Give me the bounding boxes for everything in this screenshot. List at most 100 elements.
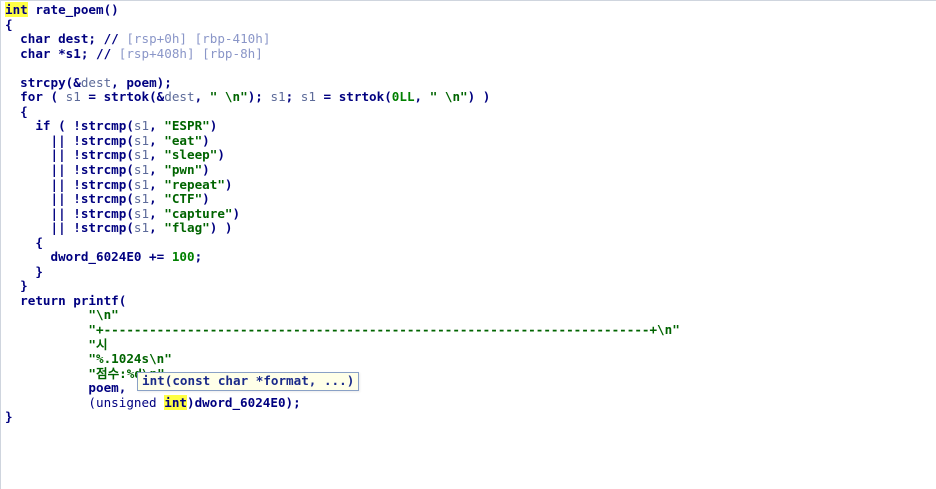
code-token: "ESPR" <box>164 118 210 134</box>
code-token: s1 <box>133 220 150 236</box>
code-token: poem, <box>5 380 127 396</box>
code-token: || !strcmp( <box>5 191 134 207</box>
code-line[interactable]: "\n" <box>5 308 680 323</box>
code-token: , <box>149 191 165 207</box>
code-token: ) <box>202 191 210 207</box>
code-line[interactable]: "시 <box>5 336 680 353</box>
code-line[interactable]: || !strcmp(s1, "sleep") <box>5 148 680 163</box>
code-line[interactable]: } <box>5 410 680 425</box>
code-line[interactable]: || !strcmp(s1, "flag") ) <box>5 220 680 236</box>
code-token: || !strcmp( <box>5 176 134 192</box>
code-token: "시 <box>88 336 108 352</box>
code-token: , <box>149 147 165 163</box>
code-token: } <box>5 409 13 425</box>
code-token: || !strcmp( <box>5 147 134 163</box>
code-line[interactable]: { <box>5 16 680 33</box>
code-token: ) <box>232 205 241 221</box>
code-token: = strtok( <box>315 89 392 105</box>
code-token: 0LL <box>391 89 415 105</box>
code-line[interactable]: || !strcmp(s1, "eat") <box>5 132 680 149</box>
code-line[interactable]: int rate_poem() <box>5 2 680 18</box>
code-line[interactable]: || !strcmp(s1, "repeat") <box>5 176 680 193</box>
code-token: [rsp+408h] [rbp-8h] <box>118 45 263 61</box>
code-token: [rsp+0h] [rbp-410h] <box>126 31 271 47</box>
code-token: { <box>5 103 28 119</box>
code-line[interactable]: } <box>5 279 680 294</box>
code-token: ) <box>217 147 225 163</box>
pseudocode-text[interactable]: int rate_poem(){ char dest; // [rsp+0h] … <box>5 2 680 425</box>
code-token: dest <box>58 31 89 47</box>
code-token: "+--------------------------------------… <box>88 322 680 338</box>
code-line[interactable]: return printf( <box>5 292 680 309</box>
code-token: || !strcmp( <box>5 205 134 221</box>
code-token: ) <box>202 132 210 148</box>
code-token: "flag" <box>164 220 210 236</box>
code-line[interactable]: char *s1; // [rsp+408h] [rbp-8h] <box>5 45 680 62</box>
code-line[interactable]: (unsigned int)dword_6024E0); <box>5 394 680 411</box>
code-token: " \n" <box>429 89 468 105</box>
code-token: s1 <box>133 132 150 148</box>
code-token: s1 <box>133 162 150 178</box>
code-token: = strtok(& <box>80 89 165 105</box>
code-token: dest <box>80 74 112 90</box>
code-line[interactable]: || !strcmp(s1, "pwn") <box>5 162 680 178</box>
code-token: , <box>149 220 165 236</box>
code-line[interactable]: || !strcmp(s1, "CTF") <box>5 191 680 207</box>
code-token: , <box>149 162 165 178</box>
code-line[interactable]: || !strcmp(s1, "capture") <box>5 205 680 222</box>
code-token: ); <box>247 89 271 105</box>
code-token: 100 <box>171 249 195 265</box>
code-token: dest <box>164 89 195 105</box>
code-token: "CTF" <box>164 191 203 207</box>
code-token: || !strcmp( <box>5 220 134 236</box>
code-token: ) <box>224 176 233 192</box>
code-token: s1 <box>65 89 81 105</box>
code-line[interactable]: char dest; // [rsp+0h] [rbp-410h] <box>5 31 680 47</box>
code-token: s1 <box>133 205 150 221</box>
code-token: int <box>5 2 28 17</box>
code-line[interactable]: strcpy(&dest, poem); <box>5 74 680 91</box>
code-token: s1 <box>133 191 150 207</box>
code-token: s1 <box>300 89 316 105</box>
function-signature-tooltip: int(const char *format, ...) <box>137 372 360 391</box>
code-line[interactable] <box>5 61 680 76</box>
code-token: rate_poem() <box>27 2 119 17</box>
code-token: "sleep" <box>164 147 218 163</box>
code-token: dword_6024E0 += <box>5 249 172 265</box>
code-token: char <box>5 31 59 47</box>
code-token: , poem); <box>111 74 172 90</box>
code-line[interactable]: } <box>5 264 680 280</box>
code-token: , <box>149 132 165 148</box>
code-token: "\n" <box>88 307 119 323</box>
code-line[interactable]: { <box>5 103 680 120</box>
code-token: ; <box>194 249 203 265</box>
code-token: strcpy(& <box>5 74 81 90</box>
code-token: s1 <box>133 147 150 163</box>
code-token: )dword_6024E0); <box>186 394 301 410</box>
code-line[interactable]: dword_6024E0 += 100; <box>5 250 680 265</box>
code-token: } <box>5 278 28 294</box>
code-token: ; // <box>88 31 127 47</box>
code-line[interactable]: "%.1024s\n" <box>5 351 680 367</box>
code-line[interactable]: { <box>5 235 680 251</box>
code-token: { <box>5 16 13 32</box>
code-token: int <box>164 394 187 410</box>
code-token: ; <box>285 89 301 105</box>
code-token: if ( !strcmp( <box>5 118 134 134</box>
code-token: "pwn" <box>164 162 203 178</box>
code-token: "capture" <box>164 205 233 221</box>
pseudocode-view[interactable]: int rate_poem(){ char dest; // [rsp+0h] … <box>0 0 936 489</box>
code-token: ) <box>209 118 218 134</box>
code-token: return printf( <box>5 292 127 308</box>
code-token: , <box>149 205 165 221</box>
code-token: ) ) <box>209 220 233 236</box>
code-line[interactable]: for ( s1 = strtok(&dest, " \n"); s1; s1 … <box>5 90 680 105</box>
code-line[interactable]: "+--------------------------------------… <box>5 322 680 338</box>
code-token: ) <box>202 162 210 178</box>
code-token: s1 <box>133 176 150 192</box>
code-line[interactable]: if ( !strcmp(s1, "ESPR") <box>5 119 680 134</box>
code-token: s1 <box>133 118 150 134</box>
